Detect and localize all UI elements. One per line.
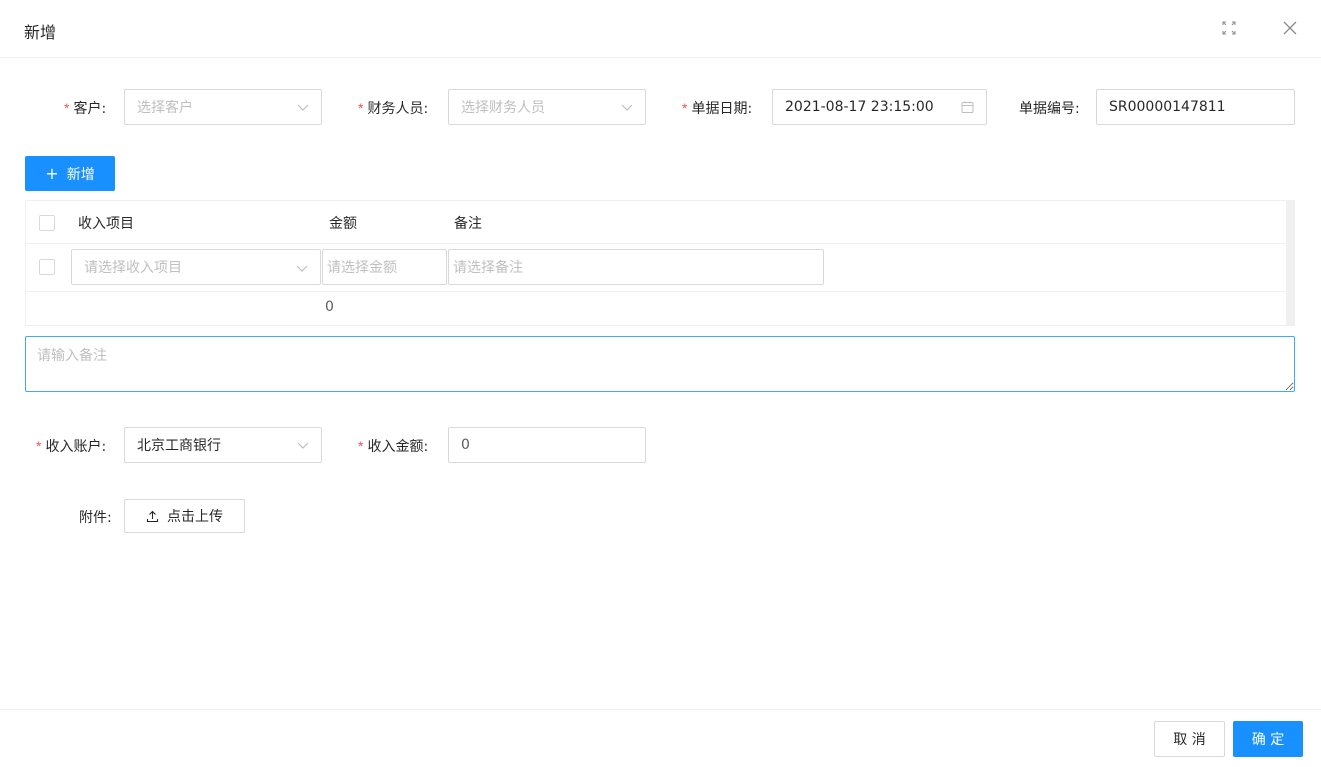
- income-items-table: 收入项目 金额 备注 请选择收入项目 请选择金额 请选择备注 0: [25, 200, 1295, 326]
- account-label: * 收入账户:: [36, 438, 107, 455]
- confirm-button[interactable]: 确 定: [1233, 721, 1303, 757]
- plus-icon: +: [45, 163, 59, 183]
- modal-header: 新增: [0, 0, 1321, 58]
- chevron-down-icon: [297, 439, 309, 451]
- row-checkbox[interactable]: [39, 259, 55, 275]
- doc-date-label: * 单据日期:: [682, 100, 753, 117]
- remark-textarea[interactable]: [25, 336, 1295, 392]
- modal-footer: 取 消 确 定: [0, 709, 1321, 767]
- chevron-down-icon: [296, 262, 308, 274]
- doc-number-label: 单据编号:: [1019, 101, 1080, 117]
- finance-staff-select[interactable]: 选择财务人员: [448, 89, 646, 125]
- fullscreen-icon[interactable]: [1217, 16, 1241, 40]
- header-note: 备注: [454, 216, 482, 232]
- amount-total: 0: [325, 299, 334, 315]
- doc-date-picker[interactable]: 2021-08-17 23:15:00: [772, 89, 987, 125]
- close-icon[interactable]: [1278, 16, 1302, 40]
- header-amount: 金额: [329, 216, 357, 232]
- upload-icon: [146, 510, 159, 523]
- upload-button[interactable]: 点击上传: [124, 499, 245, 533]
- income-amount-label: * 收入金额:: [358, 438, 429, 455]
- finance-staff-label: * 财务人员:: [358, 100, 429, 117]
- modal-title: 新增: [24, 23, 57, 42]
- income-item-select[interactable]: 请选择收入项目: [71, 249, 321, 285]
- customer-label: * 客户:: [64, 100, 107, 117]
- select-all-checkbox[interactable]: [39, 215, 55, 231]
- calendar-icon: [961, 101, 974, 114]
- customer-select[interactable]: 选择客户: [124, 89, 322, 125]
- doc-number-input[interactable]: SR00000147811: [1096, 89, 1295, 125]
- amount-input[interactable]: 请选择金额: [322, 249, 447, 285]
- table-scrollbar[interactable]: [1286, 201, 1294, 325]
- attachment-label: 附件:: [79, 510, 112, 526]
- divider: [26, 291, 1286, 292]
- divider: [26, 243, 1286, 244]
- income-amount-input[interactable]: 0: [448, 427, 646, 463]
- chevron-down-icon: [297, 101, 309, 113]
- header-income-item: 收入项目: [78, 216, 134, 232]
- add-row-button[interactable]: + 新增: [25, 156, 115, 191]
- chevron-down-icon: [621, 101, 633, 113]
- note-input[interactable]: 请选择备注: [448, 249, 824, 285]
- cancel-button[interactable]: 取 消: [1154, 721, 1225, 757]
- account-select[interactable]: 北京工商银行: [124, 427, 322, 463]
